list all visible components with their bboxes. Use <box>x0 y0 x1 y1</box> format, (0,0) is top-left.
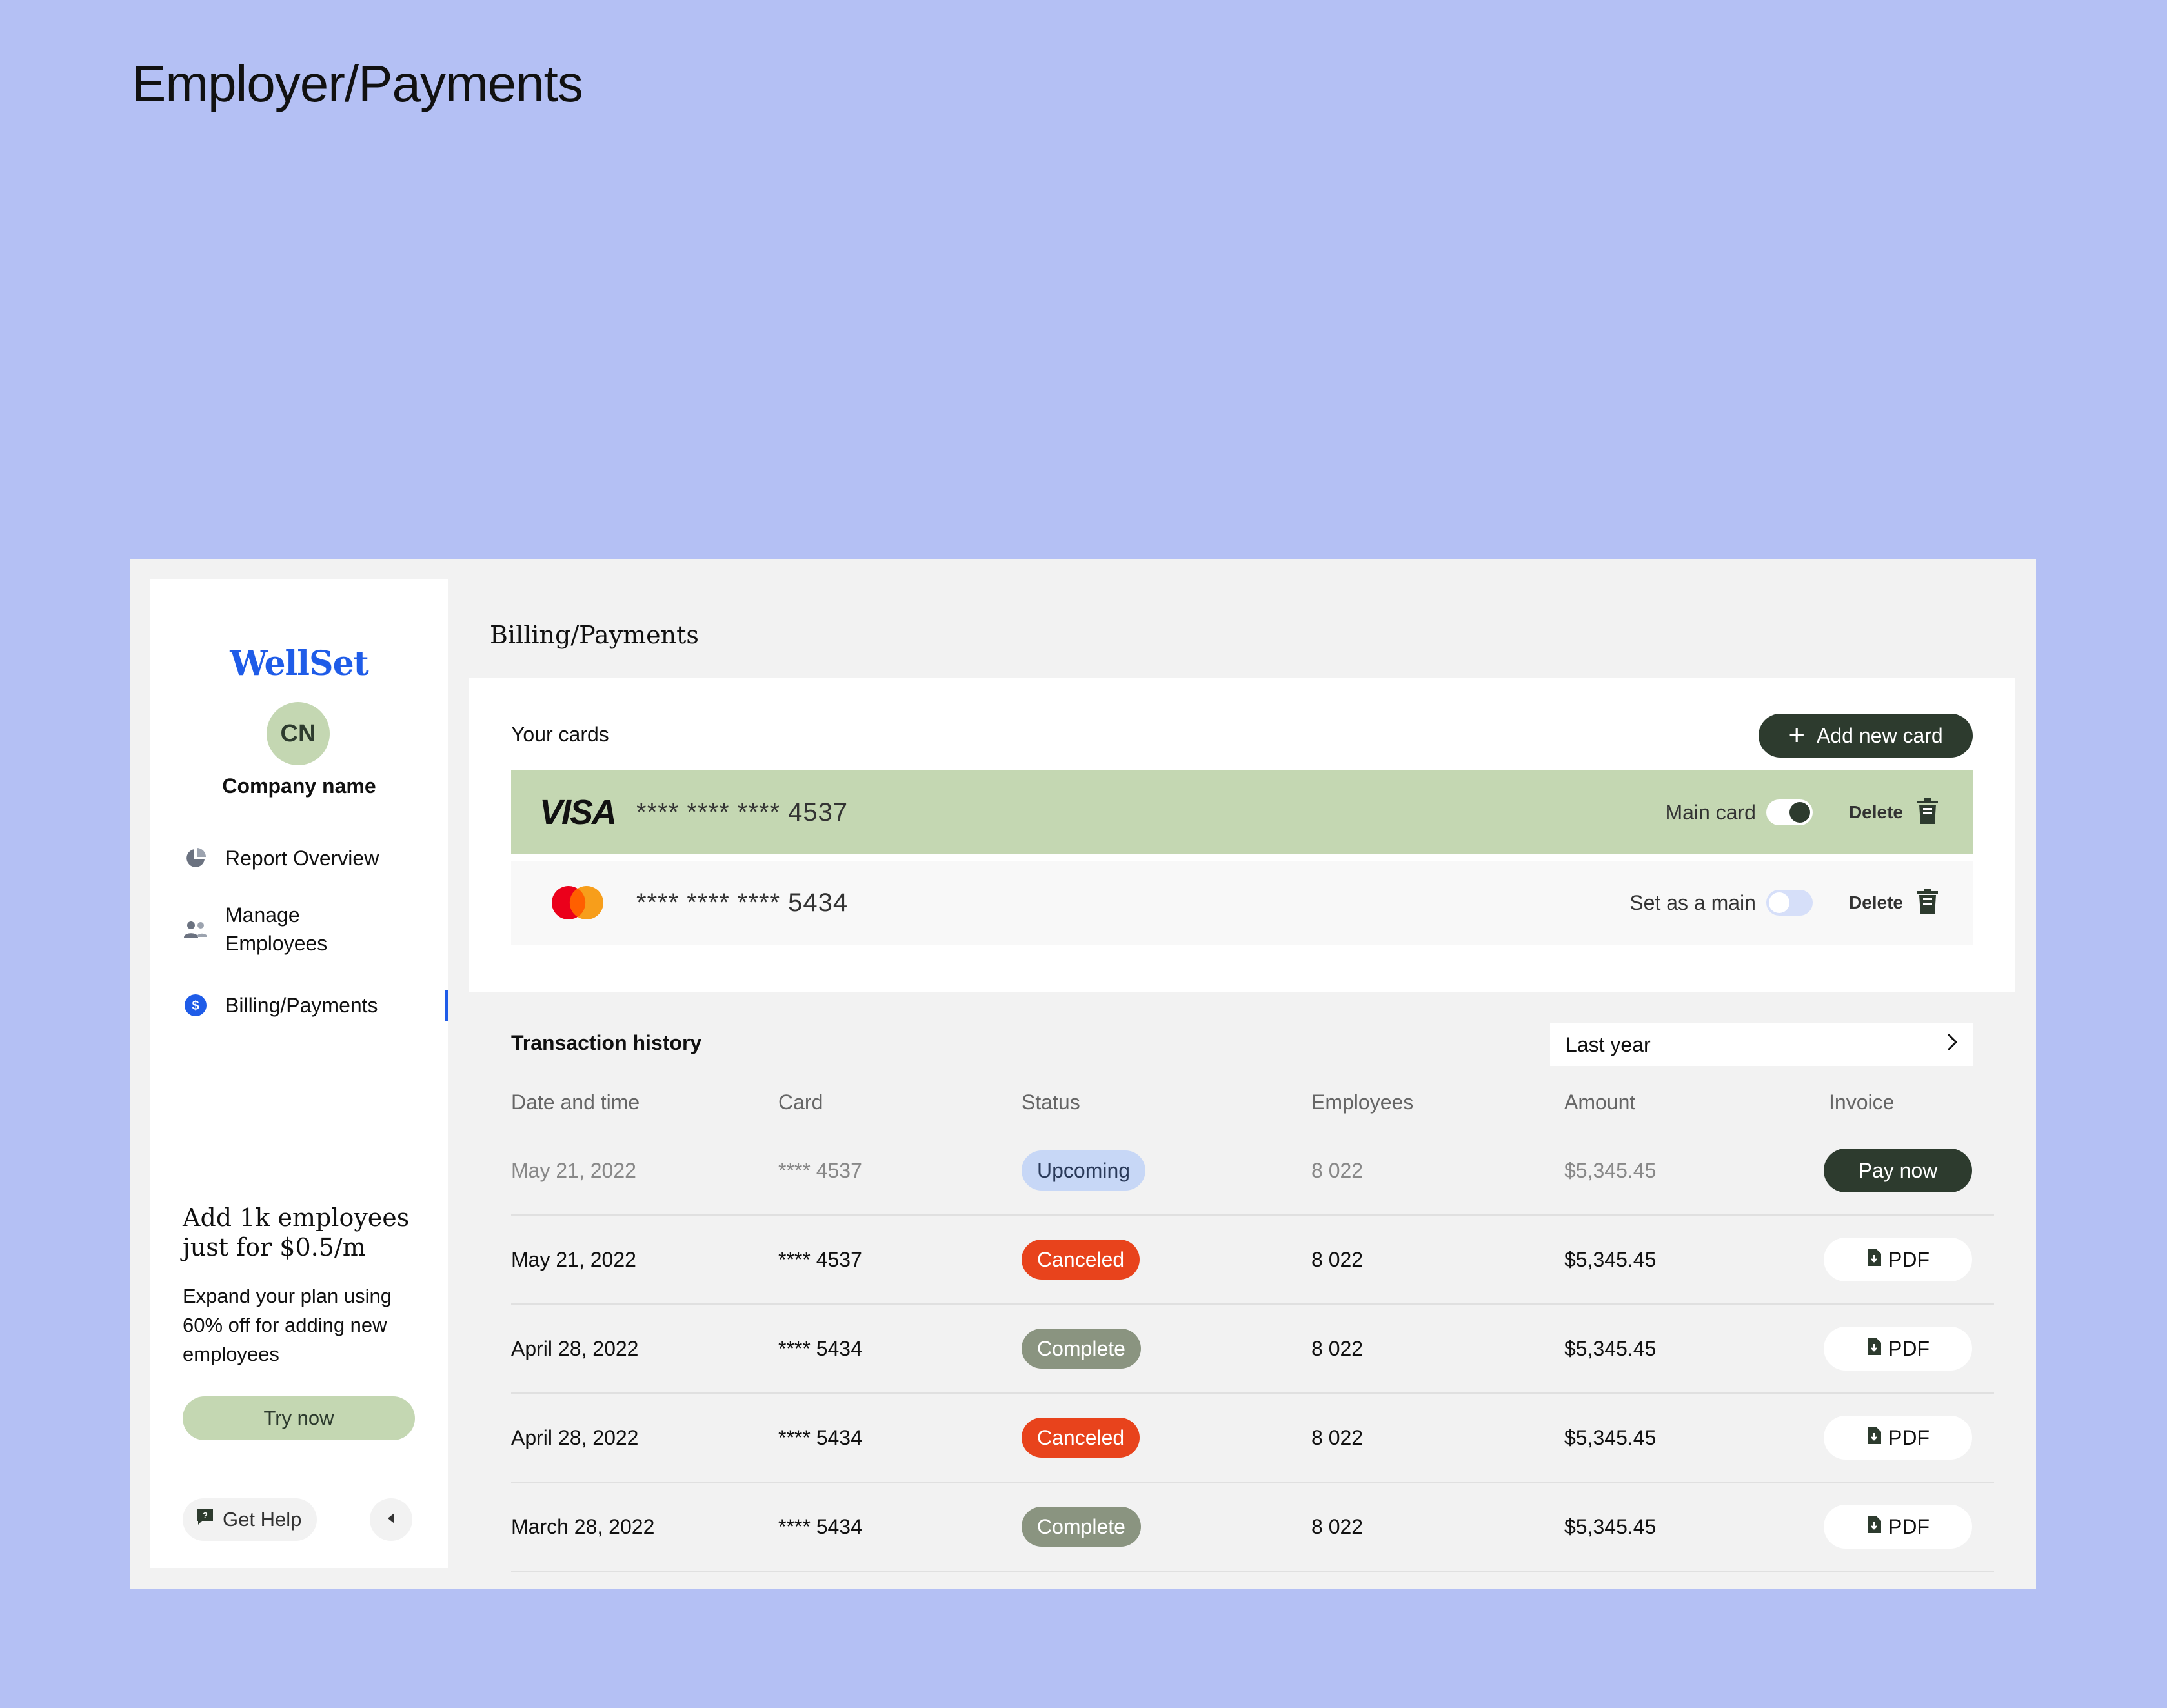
sidebar-item-label: Billing/Payments <box>225 994 378 1017</box>
pdf-label: PDF <box>1888 1336 1930 1360</box>
sidebar-item-label: Report Overview <box>225 847 379 870</box>
chat-help-icon: ? <box>196 1507 215 1532</box>
chevron-right-icon <box>1946 1032 1958 1057</box>
sidebar-item-billing-payments[interactable]: $ Billing/Payments <box>183 991 378 1020</box>
active-indicator <box>445 990 448 1021</box>
cell-date: April 28, 2022 <box>511 1336 639 1360</box>
pdf-label: PDF <box>1888 1514 1930 1538</box>
svg-text:?: ? <box>203 1511 208 1520</box>
cell-amount: $5,345.45 <box>1564 1514 1657 1538</box>
table-row: May 21, 2022 **** 4537 Upcoming 8 022 $5… <box>511 1127 1994 1216</box>
period-value: Last year <box>1566 1032 1651 1056</box>
trash-icon[interactable] <box>1916 888 1939 918</box>
cell-card: **** 4537 <box>778 1247 862 1271</box>
cell-amount: $5,345.45 <box>1564 1336 1657 1360</box>
card-row-mastercard[interactable]: **** **** **** 5434 Set as a main Delete <box>511 861 1973 945</box>
pdf-download-button[interactable]: PDF <box>1824 1416 1972 1460</box>
set-main-card-toggle[interactable] <box>1766 890 1813 916</box>
transaction-history-title: Transaction history <box>511 1031 702 1054</box>
file-download-icon <box>1866 1248 1882 1272</box>
cell-amount: $5,345.45 <box>1564 1158 1657 1182</box>
table-row: April 28, 2022 **** 5434 Complete 8 022 … <box>511 1305 1994 1394</box>
column-header-status: Status <box>1022 1090 1080 1114</box>
cell-card: **** 5434 <box>778 1336 862 1360</box>
dollar-circle-icon: $ <box>183 992 208 1018</box>
file-download-icon <box>1866 1426 1882 1450</box>
cell-amount: $5,345.45 <box>1564 1425 1657 1449</box>
wellset-logo[interactable]: WellSet <box>150 644 448 683</box>
pdf-download-button[interactable]: PDF <box>1824 1505 1972 1549</box>
table-row: May 21, 2022 **** 4537 Canceled 8 022 $5… <box>511 1216 1994 1305</box>
column-header-card: Card <box>778 1090 823 1114</box>
trash-icon[interactable] <box>1916 798 1939 828</box>
add-new-card-label: Add new card <box>1817 723 1943 747</box>
status-badge: Complete <box>1022 1507 1141 1547</box>
cell-amount: $5,345.45 <box>1564 1247 1657 1271</box>
page-title: Billing/Payments <box>490 621 699 649</box>
sidebar-item-manage-employees[interactable]: Manage Employees <box>183 901 327 958</box>
avatar: CN <box>267 702 330 765</box>
cell-employees: 8 022 <box>1311 1336 1364 1360</box>
cell-date: May 21, 2022 <box>511 1158 636 1182</box>
card-row-visa[interactable]: VISA **** **** **** 4537 Main card Delet… <box>511 770 1973 854</box>
cell-card: **** 4537 <box>778 1158 862 1182</box>
visa-logo-icon: VISA <box>539 793 617 832</box>
status-badge: Canceled <box>1022 1418 1140 1458</box>
card-number: **** **** **** 4537 <box>636 798 849 827</box>
cards-panel: Your cards + Add new card VISA **** ****… <box>469 678 2015 992</box>
cell-employees: 8 022 <box>1311 1425 1364 1449</box>
your-cards-label: Your cards <box>511 723 609 746</box>
main-card-toggle[interactable] <box>1766 799 1813 825</box>
cell-card: **** 5434 <box>778 1425 862 1449</box>
caret-left-icon <box>386 1512 396 1528</box>
pay-now-button[interactable]: Pay now <box>1824 1149 1972 1192</box>
status-badge: Canceled <box>1022 1240 1140 1280</box>
collapse-sidebar-button[interactable] <box>370 1498 412 1541</box>
mastercard-logo-icon <box>542 883 613 922</box>
pdf-label: PDF <box>1888 1247 1930 1271</box>
cell-date: April 28, 2022 <box>511 1425 639 1449</box>
people-icon <box>183 916 208 942</box>
get-help-button[interactable]: ? Get Help <box>183 1498 317 1541</box>
card-number: **** **** **** 5434 <box>636 888 849 917</box>
company-name: Company name <box>222 774 376 798</box>
column-header-amount: Amount <box>1564 1090 1636 1114</box>
app-window: WellSet CN Company name Report Overview <box>130 559 2036 1589</box>
promo-title: Add 1k employees just for $0.5/m <box>183 1203 410 1261</box>
svg-text:$: $ <box>192 999 199 1013</box>
status-badge: Complete <box>1022 1329 1141 1369</box>
file-download-icon <box>1866 1515 1882 1539</box>
period-selector[interactable]: Last year <box>1550 1023 1973 1066</box>
column-header-employees: Employees <box>1311 1090 1414 1114</box>
cell-employees: 8 022 <box>1311 1247 1364 1271</box>
pdf-download-button[interactable]: PDF <box>1824 1238 1972 1281</box>
column-header-invoice: Invoice <box>1829 1090 1895 1114</box>
column-header-date: Date and time <box>511 1090 640 1114</box>
plus-icon: + <box>1788 719 1806 751</box>
try-now-button[interactable]: Try now <box>183 1396 415 1440</box>
pdf-download-button[interactable]: PDF <box>1824 1327 1972 1371</box>
promo-text: Expand your plan using 60% off for addin… <box>183 1285 392 1365</box>
sidebar-item-report-overview[interactable]: Report Overview <box>183 844 379 872</box>
delete-card-button[interactable]: Delete <box>1849 892 1903 913</box>
sidebar-item-label: Manage Employees <box>225 903 328 955</box>
file-download-icon <box>1866 1337 1882 1361</box>
delete-card-button[interactable]: Delete <box>1849 802 1903 823</box>
pie-chart-icon <box>183 845 208 871</box>
sidebar: WellSet CN Company name Report Overview <box>150 579 448 1568</box>
cell-employees: 8 022 <box>1311 1158 1364 1182</box>
page-heading: Employer/Payments <box>132 55 583 112</box>
table-row: March 28, 2022 **** 5434 Complete 8 022 … <box>511 1483 1994 1572</box>
get-help-label: Get Help <box>223 1508 302 1531</box>
set-as-main-label: Set as a main <box>1629 890 1756 914</box>
pdf-label: PDF <box>1888 1425 1930 1449</box>
status-badge: Upcoming <box>1022 1150 1146 1191</box>
table-row: April 28, 2022 **** 5434 Canceled 8 022 … <box>511 1394 1994 1483</box>
main-card-label: Main card <box>1665 800 1756 824</box>
cell-date: March 28, 2022 <box>511 1514 655 1538</box>
add-new-card-button[interactable]: + Add new card <box>1759 714 1973 758</box>
cell-date: May 21, 2022 <box>511 1247 636 1271</box>
cell-employees: 8 022 <box>1311 1514 1364 1538</box>
cell-card: **** 5434 <box>778 1514 862 1538</box>
